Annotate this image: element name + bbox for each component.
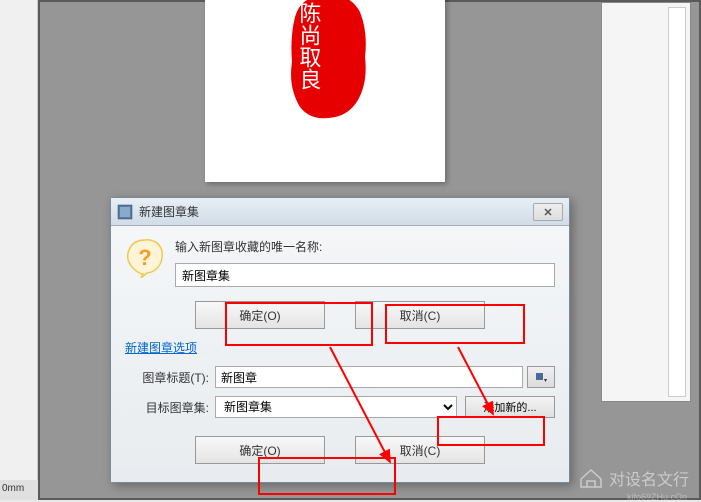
target-set-select[interactable]: 新图章集 xyxy=(215,396,457,418)
ok-button-top[interactable]: 确定(O) xyxy=(195,301,325,329)
prompt-label: 输入新图章收藏的唯一名称: xyxy=(175,238,555,255)
dialog-body: ? 输入新图章收藏的唯一名称: 确定(O) 取消(C) 新建图章选项 图章标题(… xyxy=(111,226,569,482)
target-set-label: 目标图章集: xyxy=(125,399,215,416)
options-link[interactable]: 新建图章选项 xyxy=(125,339,555,356)
house-icon xyxy=(577,467,605,489)
cancel-button-bottom[interactable]: 取消(C) xyxy=(355,436,485,464)
dialog-title: 新建图章集 xyxy=(139,203,533,220)
right-scrollbar[interactable] xyxy=(668,7,686,397)
ok-button-bottom[interactable]: 确定(O) xyxy=(195,436,325,464)
main-workspace: 陈尚取良 新建图章集 ? xyxy=(38,0,701,500)
new-stamp-dialog: 新建图章集 ? 输入新图章收藏的唯一名称: 确定(O) xyxy=(110,197,570,483)
left-ruler-panel: 0mm xyxy=(0,0,38,500)
question-icon: ? xyxy=(125,238,165,278)
seal-characters: 陈尚取良 xyxy=(295,2,321,90)
watermark-logo: 对设名文行 xyxy=(577,466,689,490)
dialog-close-button[interactable] xyxy=(533,203,563,221)
stamp-title-label: 图章标题(T): xyxy=(125,369,215,386)
document-canvas: 陈尚取良 xyxy=(205,0,445,182)
dialog-icon xyxy=(117,204,133,220)
title-dropdown-button[interactable] xyxy=(527,366,555,388)
stamp-title-input[interactable] xyxy=(215,366,523,388)
cancel-button-top[interactable]: 取消(C) xyxy=(355,301,485,329)
svg-text:?: ? xyxy=(138,245,151,270)
add-new-button[interactable]: 添加新的... xyxy=(465,396,555,418)
status-value: 0mm xyxy=(0,480,38,500)
right-side-panel xyxy=(601,2,691,402)
watermark-url: kifo69ZHu.cOn xyxy=(627,492,687,502)
stamp-name-input[interactable] xyxy=(175,263,555,287)
close-icon xyxy=(543,207,553,217)
dialog-titlebar[interactable]: 新建图章集 xyxy=(111,198,569,226)
gear-dropdown-icon xyxy=(534,370,548,384)
